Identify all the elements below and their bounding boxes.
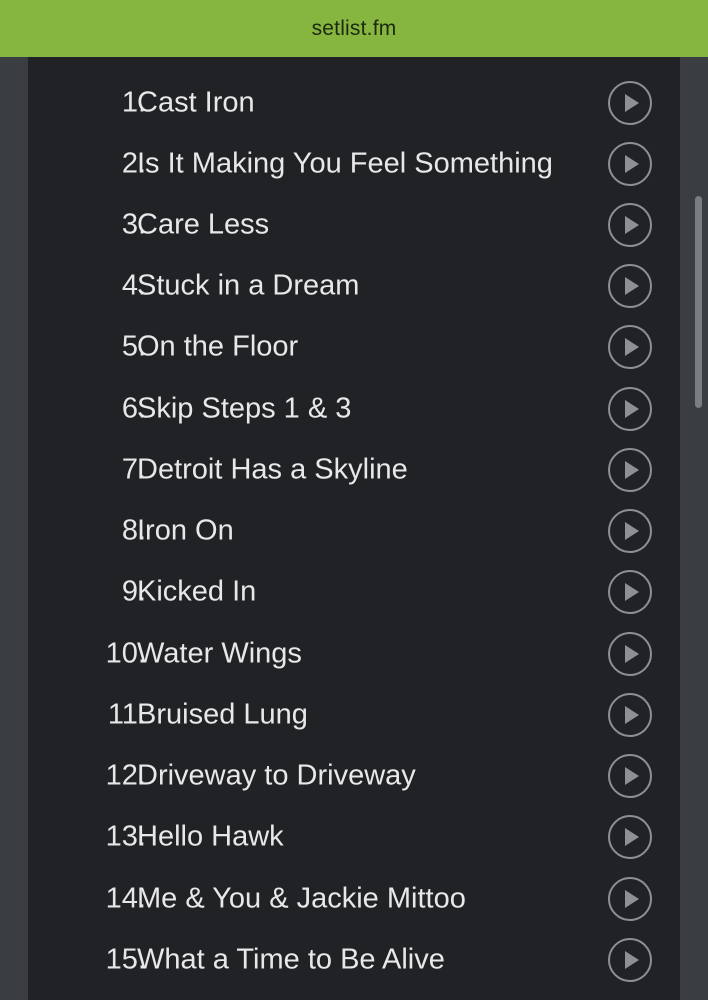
song-title[interactable]: Hello Hawk — [137, 820, 284, 853]
play-button[interactable] — [608, 631, 652, 676]
song-title[interactable]: Driveway to Driveway — [137, 759, 416, 792]
play-icon — [625, 337, 639, 356]
play-button[interactable] — [608, 386, 652, 431]
song-title[interactable]: What a Time to Be Alive — [137, 943, 445, 976]
song-number: 3. — [121, 208, 146, 240]
play-icon — [625, 582, 639, 601]
play-icon — [625, 705, 639, 724]
play-button[interactable] — [608, 80, 652, 125]
song-number: 8. — [121, 514, 146, 546]
song-title[interactable]: Water Wings — [137, 637, 302, 670]
play-icon — [625, 827, 639, 846]
song-title[interactable]: Kicked In — [137, 575, 256, 608]
right-gutter — [680, 57, 708, 1000]
play-icon — [625, 154, 639, 173]
setlist-row: 15. What a Time to Be Alive — [28, 929, 680, 990]
play-button[interactable] — [608, 569, 652, 614]
song-number: 6. — [121, 392, 146, 424]
play-icon — [625, 93, 639, 112]
song-number: 5. — [121, 330, 146, 362]
setlist-row: 8. Iron On — [28, 500, 680, 561]
song-title[interactable]: Bruised Lung — [137, 698, 308, 731]
song-title[interactable]: On the Floor — [137, 330, 298, 363]
song-number: 9. — [121, 575, 146, 607]
song-title[interactable]: Iron On — [137, 514, 234, 547]
song-title[interactable]: Me & You & Jackie Mittoo — [137, 882, 466, 915]
play-button[interactable] — [608, 692, 652, 737]
song-number: 15. — [105, 943, 146, 975]
setlist-row: 14. Me & You & Jackie Mittoo — [28, 868, 680, 929]
setlist-row: 2. Is It Making You Feel Something — [28, 133, 680, 194]
play-button[interactable] — [608, 753, 652, 798]
song-title[interactable]: Cast Iron — [137, 86, 255, 119]
play-icon — [625, 644, 639, 663]
setlist-row: 7. Detroit Has a Skyline — [28, 439, 680, 500]
song-number: 10. — [105, 637, 146, 669]
song-number: 1. — [121, 86, 146, 118]
play-button[interactable] — [608, 876, 652, 921]
play-icon — [625, 889, 639, 908]
setlist-row: 12. Driveway to Driveway — [28, 745, 680, 806]
song-number: 11. — [107, 698, 146, 730]
play-button[interactable] — [608, 324, 652, 369]
play-button[interactable] — [608, 937, 652, 982]
play-button[interactable] — [608, 814, 652, 859]
play-button[interactable] — [608, 508, 652, 553]
song-number: 13. — [105, 820, 146, 852]
setlist-row: 10. Water Wings — [28, 623, 680, 684]
play-icon — [625, 521, 639, 540]
setlist-row: 6. Skip Steps 1 & 3 — [28, 378, 680, 439]
play-button[interactable] — [608, 202, 652, 247]
setlist-row: 11. Bruised Lung — [28, 684, 680, 745]
setlist-row: 3. Care Less — [28, 194, 680, 255]
setlist-row: 1. Cast Iron — [28, 72, 680, 133]
play-icon — [625, 766, 639, 785]
site-title[interactable]: setlist.fm — [312, 17, 397, 41]
setlist-row: 5. On the Floor — [28, 316, 680, 377]
song-number: 2. — [121, 147, 146, 179]
play-icon — [625, 460, 639, 479]
scrollbar-thumb[interactable] — [695, 196, 702, 408]
play-button[interactable] — [608, 141, 652, 186]
song-title[interactable]: Skip Steps 1 & 3 — [137, 392, 351, 425]
play-button[interactable] — [608, 447, 652, 492]
play-icon — [625, 276, 639, 295]
song-number: 4. — [121, 269, 146, 301]
left-gutter — [0, 57, 28, 1000]
setlist-row: 4. Stuck in a Dream — [28, 255, 680, 316]
song-title[interactable]: Care Less — [137, 208, 269, 241]
setlist-row: 13. Hello Hawk — [28, 806, 680, 867]
song-number: 12. — [105, 759, 146, 791]
play-icon — [625, 215, 639, 234]
play-icon — [625, 950, 639, 969]
play-button[interactable] — [608, 263, 652, 308]
setlist-row: 9. Kicked In — [28, 561, 680, 622]
play-icon — [625, 399, 639, 418]
song-title[interactable]: Detroit Has a Skyline — [137, 453, 408, 486]
song-title[interactable]: Stuck in a Dream — [137, 269, 359, 302]
song-number: 14. — [105, 882, 146, 914]
top-bar: setlist.fm — [0, 0, 708, 57]
song-title[interactable]: Is It Making You Feel Something — [137, 147, 553, 180]
song-number: 7. — [121, 453, 146, 485]
